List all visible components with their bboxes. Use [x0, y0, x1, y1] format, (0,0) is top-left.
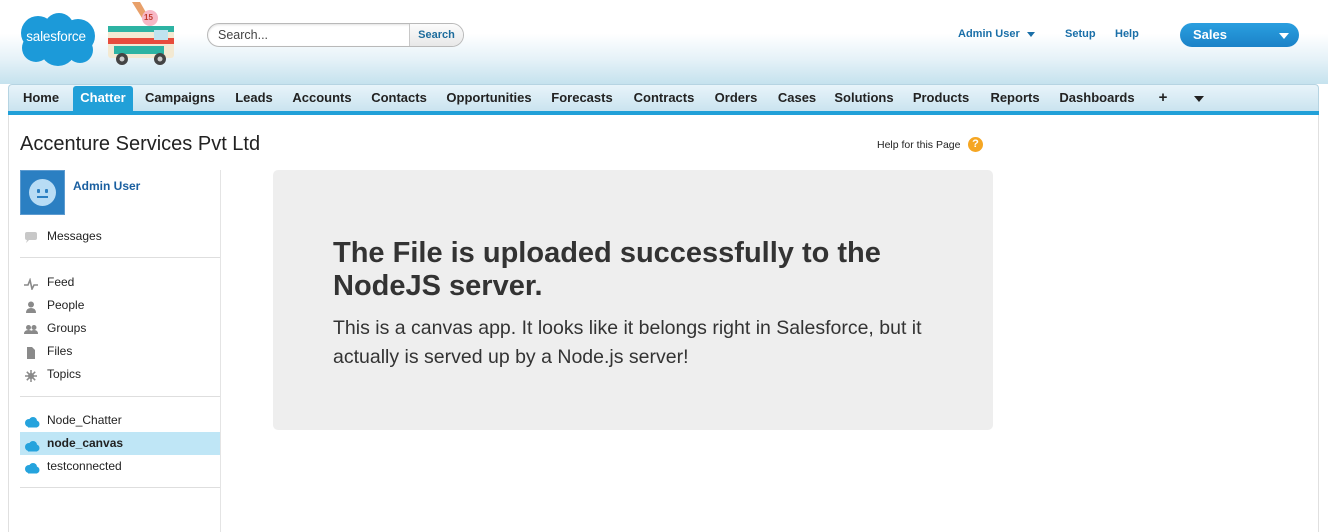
sidebar-item-topics[interactable]: Topics	[20, 364, 220, 384]
sidebar-item-node-chatter[interactable]: Node_Chatter	[20, 410, 220, 430]
topics-icon	[24, 368, 38, 382]
user-menu[interactable]: Admin User	[958, 28, 1035, 40]
tab-accounts[interactable]: Accounts	[287, 89, 357, 113]
sidebar-separator	[20, 396, 220, 397]
sidebar-item-node-canvas[interactable]: node_canvas	[20, 432, 220, 455]
sidebar-item-label: testconnected	[47, 459, 122, 473]
sidebar-item-label: Files	[47, 344, 73, 358]
cloud-icon	[24, 437, 40, 452]
tab-bar: Home Chatter Campaigns Leads Accounts Co…	[8, 84, 1319, 113]
tab-cases[interactable]: Cases	[771, 89, 823, 113]
tab-opportunities[interactable]: Opportunities	[441, 89, 537, 113]
tab-home[interactable]: Home	[15, 89, 67, 113]
avatar[interactable]	[20, 170, 65, 215]
more-tabs-button[interactable]	[1189, 89, 1209, 113]
search-input[interactable]	[208, 24, 410, 46]
app-selector-label: Sales	[1193, 27, 1227, 42]
sidebar-item-testconnected[interactable]: testconnected	[20, 456, 220, 476]
chevron-down-icon	[1194, 96, 1204, 102]
frame-border-right	[1318, 115, 1319, 532]
help-link[interactable]: Help	[1115, 28, 1139, 40]
tab-solutions[interactable]: Solutions	[831, 89, 897, 113]
tab-campaigns[interactable]: Campaigns	[139, 89, 221, 113]
app-selector[interactable]: Sales	[1180, 23, 1299, 47]
speech-bubble-icon	[24, 230, 38, 243]
feed-icon	[24, 276, 38, 292]
user-profile-link[interactable]: Admin User	[73, 179, 140, 193]
face-icon	[29, 179, 56, 206]
tab-leads[interactable]: Leads	[229, 89, 279, 113]
person-icon	[24, 299, 38, 313]
sidebar-separator	[20, 257, 220, 258]
chevron-down-icon	[1026, 31, 1035, 37]
eye-left	[37, 189, 40, 193]
tab-products[interactable]: Products	[905, 89, 977, 113]
cloud-icon	[24, 414, 40, 428]
groups-icon	[24, 322, 38, 334]
page-title: Accenture Services Pvt Ltd	[20, 133, 261, 155]
chevron-down-icon	[1279, 33, 1289, 39]
header-band	[0, 0, 1328, 84]
canvas-app-panel: The File is uploaded successfully to the…	[273, 170, 993, 430]
tab-contracts[interactable]: Contracts	[627, 89, 701, 113]
sidebar-item-people[interactable]: People	[20, 295, 220, 315]
tab-dashboards[interactable]: Dashboards	[1053, 89, 1141, 113]
truck-badge: 15	[144, 13, 153, 22]
sidebar-item-label: Topics	[47, 367, 82, 381]
ice-cream-truck-icon: 15	[104, 2, 180, 66]
help-icon[interactable]: ?	[968, 137, 983, 152]
sidebar-item-files[interactable]: Files	[20, 341, 220, 361]
tab-contacts[interactable]: Contacts	[365, 89, 433, 113]
canvas-body: This is a canvas app. It looks like it b…	[333, 317, 922, 368]
sidebar-item-label: Feed	[47, 275, 75, 289]
frame-border-left	[8, 115, 9, 532]
sidebar-item-groups[interactable]: Groups	[20, 318, 220, 338]
cloud-icon	[24, 460, 40, 474]
sidebar-item-label: Node_Chatter	[47, 413, 122, 427]
tab-bar-underline	[8, 111, 1319, 115]
logo-text: salesforce	[26, 29, 86, 44]
help-for-page-link[interactable]: Help for this Page	[877, 139, 960, 151]
tab-chatter[interactable]: Chatter	[73, 86, 133, 113]
sidebar-item-label: node_canvas	[47, 436, 124, 450]
sidebar-separator	[20, 487, 220, 488]
sidebar-item-messages[interactable]: Messages	[20, 226, 220, 246]
tab-reports[interactable]: Reports	[985, 89, 1045, 113]
user-menu-label: Admin User	[958, 28, 1020, 40]
salesforce-logo[interactable]: salesforce	[14, 10, 98, 68]
mouth	[37, 196, 48, 198]
tab-forecasts[interactable]: Forecasts	[545, 89, 619, 113]
add-tab-button[interactable]: +	[1153, 89, 1173, 113]
sidebar-item-feed[interactable]: Feed	[20, 272, 220, 292]
eye-right	[45, 189, 48, 193]
search-button[interactable]: Search	[409, 24, 463, 46]
sidebar-item-label: Messages	[47, 229, 102, 243]
file-icon	[24, 345, 38, 359]
sidebar-divider	[220, 170, 221, 532]
setup-link[interactable]: Setup	[1065, 28, 1096, 40]
sidebar-item-label: Groups	[47, 321, 87, 335]
search-box: Search	[207, 23, 464, 47]
sidebar-item-label: People	[47, 298, 85, 312]
canvas-heading: The File is uploaded successfully to the…	[333, 237, 881, 302]
tab-orders[interactable]: Orders	[709, 89, 763, 113]
